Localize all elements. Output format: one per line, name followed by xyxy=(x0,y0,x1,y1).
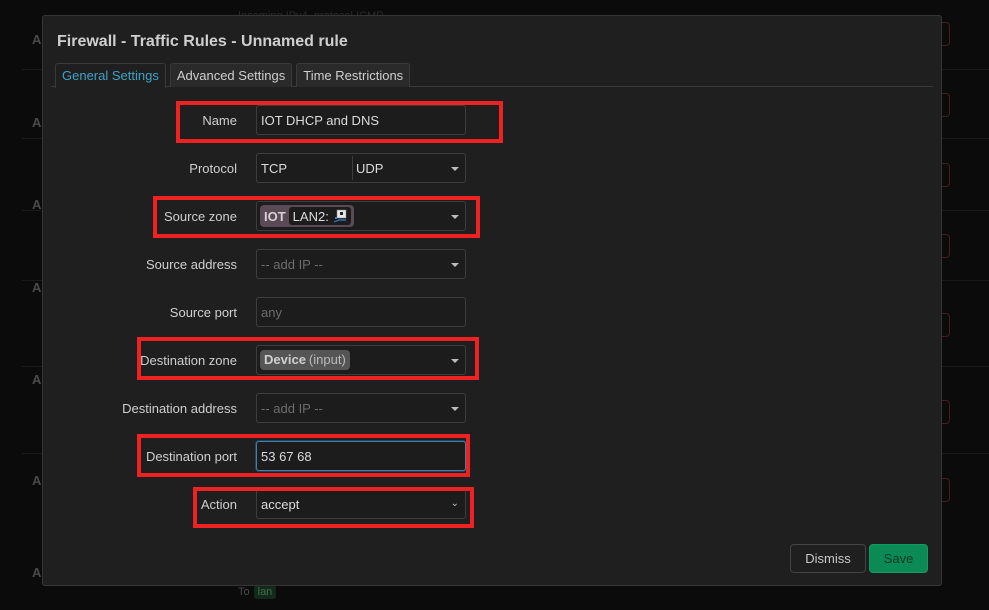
protocol-separator xyxy=(352,156,353,180)
zone-badge-iot: IOT LAN2: xyxy=(260,205,354,227)
protocol-value-udp: UDP xyxy=(356,161,384,176)
source-zone-row: Source zone IOT LAN2: xyxy=(43,201,943,231)
dismiss-button[interactable]: Dismiss xyxy=(790,544,866,573)
background-row-label: A xyxy=(32,115,42,130)
action-row: Action accept ⌄ xyxy=(43,489,943,519)
background-row-label: A xyxy=(32,280,42,295)
destination-port-input[interactable]: 53 67 68 xyxy=(256,441,466,471)
destination-zone-row: Destination zone Device (input) xyxy=(43,345,943,375)
name-row: Name IOT DHCP and DNS xyxy=(43,105,943,135)
protocol-value-tcp: TCP xyxy=(261,161,287,176)
dropdown-caret-icon xyxy=(451,263,459,267)
zone-badge-lan: lan xyxy=(253,585,277,599)
destination-zone-select[interactable]: Device (input) xyxy=(256,345,466,375)
destination-address-label: Destination address xyxy=(122,401,237,416)
tab-bar: General Settings Advanced Settings Time … xyxy=(51,63,933,88)
background-row-label: A xyxy=(32,565,42,580)
background-to-zone: To lan xyxy=(238,585,277,599)
destination-address-placeholder: -- add IP -- xyxy=(261,401,323,416)
dropdown-caret-icon xyxy=(451,407,459,411)
dropdown-caret-icon xyxy=(451,215,459,219)
zone-badge-device: Device (input) xyxy=(260,350,350,370)
save-button[interactable]: Save xyxy=(869,544,928,573)
source-port-label: Source port xyxy=(169,305,237,320)
destination-port-label: Destination port xyxy=(145,449,237,464)
name-value: IOT DHCP and DNS xyxy=(261,113,380,128)
tab-time-restrictions[interactable]: Time Restrictions xyxy=(296,63,411,87)
source-zone-label: Source zone xyxy=(164,209,237,224)
network-port-icon xyxy=(333,209,347,223)
destination-address-row: Destination address -- add IP -- xyxy=(43,393,943,423)
traffic-rule-modal: Firewall - Traffic Rules - Unnamed rule … xyxy=(42,15,942,586)
source-address-label: Source address xyxy=(145,257,237,272)
protocol-label: Protocol xyxy=(189,161,237,176)
source-port-input[interactable]: any xyxy=(256,297,466,327)
tab-advanced-settings[interactable]: Advanced Settings xyxy=(169,63,293,87)
zone-name: Device xyxy=(264,352,306,367)
source-address-row: Source address -- add IP -- xyxy=(43,249,943,279)
source-port-row: Source port any xyxy=(43,297,943,327)
source-address-placeholder: -- add IP -- xyxy=(261,257,323,272)
background-row-label: A xyxy=(32,473,42,488)
background-row-label: A xyxy=(32,372,42,387)
zone-name: IOT xyxy=(264,208,286,224)
source-zone-select[interactable]: IOT LAN2: xyxy=(256,201,466,231)
dropdown-caret-icon xyxy=(451,359,459,363)
protocol-row: Protocol TCP UDP xyxy=(43,153,943,183)
chevron-down-icon: ⌄ xyxy=(450,498,459,509)
source-address-select[interactable]: -- add IP -- xyxy=(256,249,466,279)
name-input[interactable]: IOT DHCP and DNS xyxy=(256,105,466,135)
tab-general-settings[interactable]: General Settings xyxy=(55,63,166,88)
name-label: Name xyxy=(202,113,237,128)
destination-port-row: Destination port 53 67 68 xyxy=(43,441,943,471)
source-port-placeholder: any xyxy=(261,305,282,320)
destination-address-select[interactable]: -- add IP -- xyxy=(256,393,466,423)
modal-title: Firewall - Traffic Rules - Unnamed rule xyxy=(57,33,348,50)
destination-zone-label: Destination zone xyxy=(140,353,237,368)
destination-port-value: 53 67 68 xyxy=(261,449,312,464)
action-value: accept xyxy=(261,497,300,512)
background-row-label: A xyxy=(32,32,42,47)
action-select[interactable]: accept ⌄ xyxy=(256,489,466,519)
protocol-select[interactable]: TCP UDP xyxy=(256,153,466,183)
zone-sub: (input) xyxy=(308,352,346,367)
action-label: Action xyxy=(200,497,237,512)
dropdown-caret-icon xyxy=(451,167,459,171)
zone-interfaces: LAN2: xyxy=(288,207,351,225)
